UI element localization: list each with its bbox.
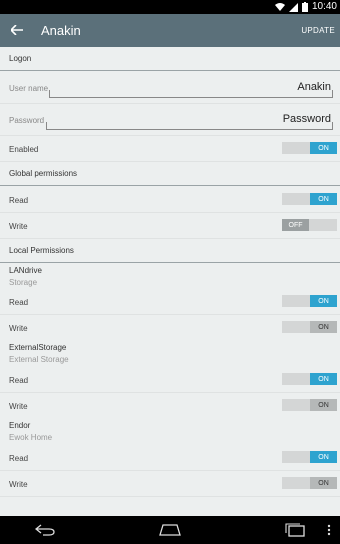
username-field[interactable] <box>49 90 333 98</box>
toggle-state: ON <box>310 373 337 385</box>
share-name: Endor <box>9 421 31 430</box>
section-title: Logon <box>9 54 32 63</box>
toggle-state: ON <box>310 477 337 489</box>
enabled-label: Enabled <box>9 145 39 154</box>
toggle-state: OFF <box>282 219 309 231</box>
toggle-state: ON <box>310 321 337 333</box>
overflow-menu-icon[interactable] <box>325 522 333 538</box>
write-label: Write <box>9 402 28 411</box>
share-write-toggle[interactable]: ON <box>282 477 337 489</box>
share-write-row: Write ON <box>0 315 340 341</box>
share-header: ExternalStorage External Storage <box>0 341 340 367</box>
share-header: LANdrive Storage <box>0 264 340 290</box>
toggle-state: ON <box>310 142 337 154</box>
status-bar: 10:40 <box>0 0 340 14</box>
toggle-state: ON <box>310 399 337 411</box>
home-nav-icon[interactable] <box>158 522 182 538</box>
section-title: Global permissions <box>9 169 78 178</box>
username-label: User name <box>9 84 49 93</box>
signal-icon <box>289 2 298 12</box>
password-row: Password Password <box>0 104 340 136</box>
status-icons <box>275 2 308 12</box>
share-name: LANdrive <box>9 266 42 275</box>
update-button[interactable]: UPDATE <box>301 26 335 35</box>
share-description: External Storage <box>9 355 69 364</box>
share-write-toggle[interactable]: ON <box>282 321 337 333</box>
share-header: Endor Ewok Home <box>0 419 340 445</box>
read-label: Read <box>9 196 29 205</box>
share-description: Storage <box>9 278 38 287</box>
share-read-row: Read ON <box>0 445 340 471</box>
section-global-permissions: Global permissions <box>0 162 340 186</box>
section-logon: Logon <box>0 47 340 71</box>
share-read-toggle[interactable]: ON <box>282 373 337 385</box>
enabled-row: Enabled ON <box>0 136 340 162</box>
navigation-bar <box>0 516 340 544</box>
section-local-permissions: Local Permissions <box>0 239 340 263</box>
toggle-state: ON <box>310 451 337 463</box>
enabled-toggle[interactable]: ON <box>282 142 337 154</box>
share-read-toggle[interactable]: ON <box>282 451 337 463</box>
share-name: ExternalStorage <box>9 343 67 352</box>
password-value: Password <box>282 113 331 125</box>
username-value: Anakin <box>297 81 331 93</box>
read-label: Read <box>9 454 29 463</box>
write-label: Write <box>9 222 28 231</box>
recents-nav-icon[interactable] <box>284 522 306 538</box>
share-write-row: Write ON <box>0 471 340 497</box>
toggle-state: ON <box>310 193 337 205</box>
clock: 10:40 <box>311 1 337 12</box>
global-write-toggle[interactable]: OFF <box>282 219 337 231</box>
app-bar: Anakin UPDATE <box>0 14 340 47</box>
share-write-row: Write ON <box>0 393 340 419</box>
password-label: Password <box>9 116 45 125</box>
global-read-toggle[interactable]: ON <box>282 193 337 205</box>
global-read-row: Read ON <box>0 187 340 213</box>
share-read-row: Read ON <box>0 289 340 315</box>
write-label: Write <box>9 480 28 489</box>
share-read-toggle[interactable]: ON <box>282 295 337 307</box>
write-label: Write <box>9 324 28 333</box>
global-write-row: Write OFF <box>0 213 340 239</box>
settings-list: Logon User name Anakin Password Password… <box>0 47 340 516</box>
read-label: Read <box>9 376 29 385</box>
back-nav-icon[interactable] <box>34 522 56 538</box>
read-label: Read <box>9 298 29 307</box>
page-title: Anakin <box>41 23 81 38</box>
share-description: Ewok Home <box>9 433 53 442</box>
share-write-toggle[interactable]: ON <box>282 399 337 411</box>
username-row: User name Anakin <box>0 72 340 104</box>
section-title: Local Permissions <box>9 246 74 255</box>
battery-icon <box>302 2 308 12</box>
share-read-row: Read ON <box>0 367 340 393</box>
wifi-icon <box>275 2 285 11</box>
back-arrow-icon[interactable] <box>8 21 26 39</box>
toggle-state: ON <box>310 295 337 307</box>
